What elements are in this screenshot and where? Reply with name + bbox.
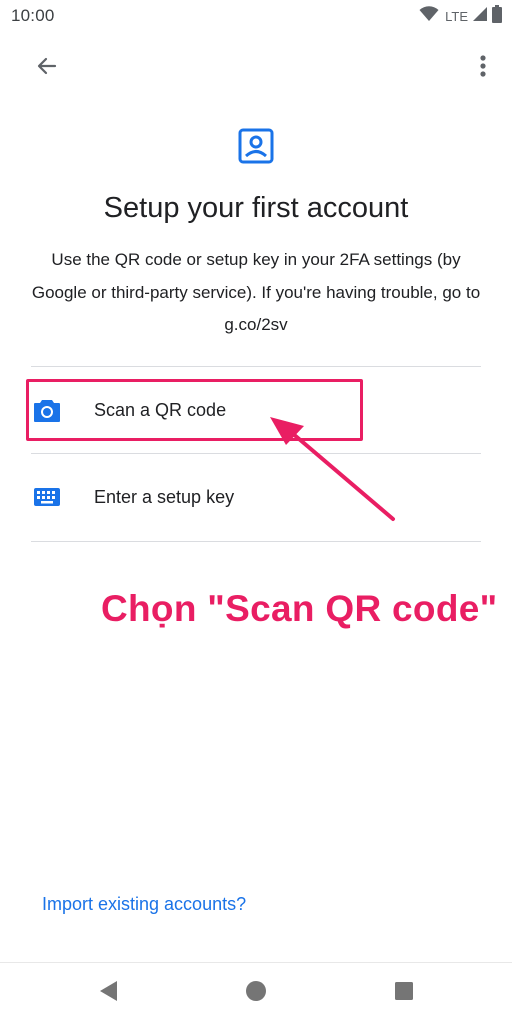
- battery-icon: [492, 4, 502, 28]
- arrow-back-icon: [35, 54, 59, 83]
- nav-recents-button[interactable]: [390, 979, 418, 1007]
- enter-setup-key-option[interactable]: Enter a setup key: [31, 454, 481, 540]
- nav-back-icon: [98, 980, 118, 1007]
- lte-signal-icon: [472, 6, 488, 27]
- status-time: 10:00: [11, 6, 55, 25]
- wifi-icon: [419, 5, 439, 27]
- scan-qr-code-label: Scan a QR code: [94, 400, 227, 420]
- keyboard-icon: [33, 484, 61, 510]
- nav-home-button[interactable]: [242, 979, 270, 1007]
- import-existing-accounts-link[interactable]: Import existing accounts?: [42, 894, 246, 915]
- back-button[interactable]: [27, 48, 67, 88]
- enter-setup-key-label: Enter a setup key: [94, 487, 235, 507]
- account-box-icon: [237, 127, 275, 165]
- scan-qr-code-option[interactable]: Scan a QR code: [31, 367, 481, 453]
- navigation-bar: [0, 962, 512, 1025]
- divider: [31, 541, 481, 542]
- annotation-text: Chọn "Scan QR code": [101, 588, 498, 629]
- status-icons: LTE: [419, 4, 502, 28]
- nav-recents-icon: [394, 981, 414, 1006]
- camera-icon: [33, 397, 61, 423]
- page-title: Setup your first account: [103, 192, 409, 224]
- description-text: Use the QR code or setup key in your 2FA…: [31, 250, 481, 334]
- status-bar: 10:00 LTE: [0, 0, 512, 32]
- nav-back-button[interactable]: [94, 979, 122, 1007]
- network-type: LTE: [445, 8, 468, 24]
- more-options-button[interactable]: [463, 48, 503, 88]
- nav-home-icon: [245, 980, 267, 1007]
- more-vert-icon: [479, 54, 487, 83]
